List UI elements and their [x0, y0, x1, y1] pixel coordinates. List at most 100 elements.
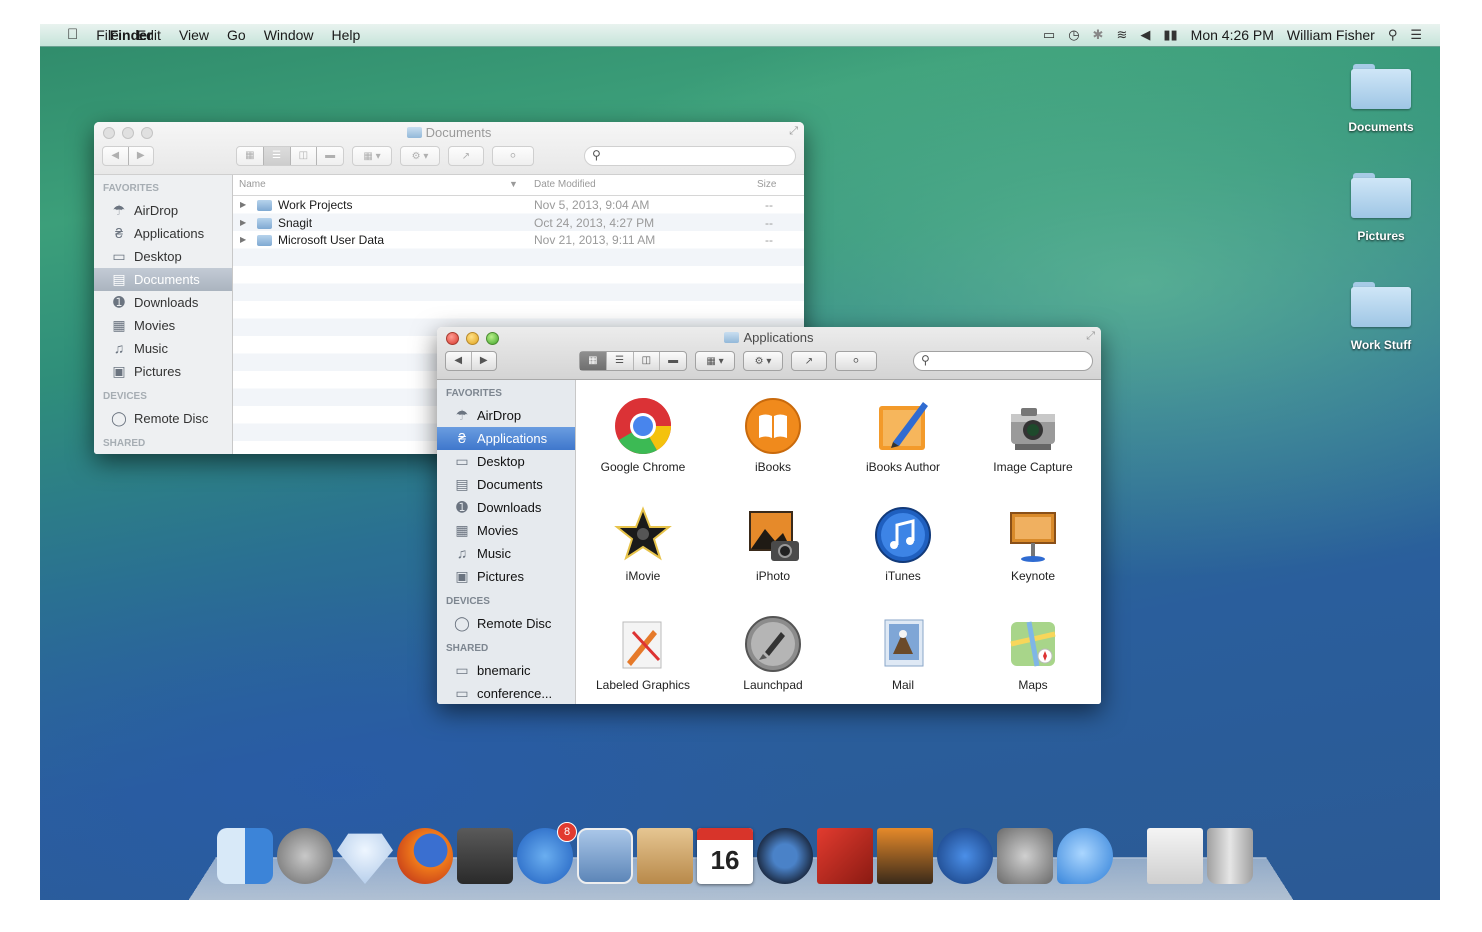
dock-messages-icon[interactable]: [1057, 828, 1113, 884]
coverflow-view-button[interactable]: ▬: [317, 147, 343, 165]
disclosure-triangle-icon[interactable]: ▶: [240, 218, 246, 227]
table-row[interactable]: ▶ Microsoft User Data Nov 21, 2013, 9:11…: [233, 231, 804, 249]
coverflow-view-button[interactable]: ▬: [660, 352, 686, 370]
forward-button[interactable]: ▶: [472, 352, 497, 370]
list-view-button[interactable]: ☰: [263, 147, 291, 165]
sidebar-item-remote-disc[interactable]: ◯ Remote Disc: [437, 612, 575, 635]
time-machine-icon[interactable]: ◷: [1068, 26, 1079, 44]
forward-button[interactable]: ▶: [129, 147, 154, 165]
app-ibooks[interactable]: iBooks: [709, 396, 837, 474]
disclosure-triangle-icon[interactable]: ▶: [240, 235, 246, 244]
battery-icon[interactable]: ▮▮: [1163, 26, 1177, 44]
airplay-icon[interactable]: ▭: [1043, 26, 1055, 44]
tags-button[interactable]: ⚪: [492, 146, 534, 166]
fullscreen-icon[interactable]: ⤢: [789, 125, 798, 138]
sidebar-item-downloads[interactable]: ➊ Downloads: [437, 496, 575, 519]
dock-facetime-icon[interactable]: [757, 828, 813, 884]
column-header-date[interactable]: Date Modified: [534, 179, 596, 190]
sidebar-item-conference[interactable]: ▭ conference...: [437, 682, 575, 704]
action-gear-button[interactable]: ⚙ ▾: [743, 351, 783, 371]
dock-calendar-icon[interactable]: 16: [697, 828, 753, 884]
sidebar-item-applications[interactable]: ₴ Applications: [94, 222, 232, 245]
table-row[interactable]: ▶ Snagit Oct 24, 2013, 4:27 PM --: [233, 214, 804, 232]
dock-photo-booth-icon[interactable]: [457, 828, 513, 884]
share-button[interactable]: ↗: [448, 146, 484, 166]
column-header-name[interactable]: Name: [239, 179, 266, 190]
dock-itunes-icon[interactable]: [937, 828, 993, 884]
dock-trash-icon[interactable]: [1207, 828, 1253, 884]
app-image-capture[interactable]: Image Capture: [969, 396, 1097, 474]
sidebar-item-airdrop[interactable]: ☂ AirDrop: [437, 404, 575, 427]
sidebar-item-documents[interactable]: ▤ Documents: [94, 268, 232, 291]
arrange-button[interactable]: ▦ ▾: [695, 351, 735, 371]
app-mail[interactable]: Mail: [839, 614, 967, 692]
title-bar[interactable]: Applications ⤢ ◀ ▶ ▦ ☰ ◫ ▬ ▦ ▾ ⚙ ▾ ↗ ⚪ ⚲: [437, 327, 1101, 380]
dock-launchpad-icon[interactable]: [277, 828, 333, 884]
dock-documents-stack-icon[interactable]: [1147, 828, 1203, 884]
search-field[interactable]: ⚲: [913, 351, 1093, 371]
table-row[interactable]: ▶ Work Projects Nov 5, 2013, 9:04 AM --: [233, 196, 804, 214]
menu-user[interactable]: William Fisher: [1287, 26, 1375, 44]
action-gear-button[interactable]: ⚙ ▾: [400, 146, 440, 166]
sidebar-item-desktop[interactable]: ▭ Desktop: [94, 245, 232, 268]
dock-system-preferences-gear-icon[interactable]: [997, 828, 1053, 884]
column-header-size[interactable]: Size: [757, 179, 776, 190]
volume-icon[interactable]: ◀: [1140, 26, 1150, 44]
dock-firefox-icon[interactable]: [397, 828, 453, 884]
icon-view-button[interactable]: ▦: [237, 147, 264, 165]
bluetooth-icon[interactable]: ✱: [1093, 26, 1104, 44]
title-bar[interactable]: Documents ⤢ ◀ ▶ ▦ ☰ ◫ ▬ ▦ ▾ ⚙ ▾ ↗ ⚪ ⚲: [94, 122, 804, 175]
desktop-folder-work-stuff[interactable]: Work Stuff: [1336, 282, 1426, 352]
menu-go[interactable]: Go: [218, 26, 255, 44]
column-view-button[interactable]: ◫: [634, 352, 661, 370]
app-labeled-graphics[interactable]: Labeled Graphics: [579, 614, 707, 692]
fullscreen-icon[interactable]: ⤢: [1086, 330, 1095, 343]
dock-app-store-icon[interactable]: 8: [517, 822, 577, 884]
menu-clock[interactable]: Mon 4:26 PM: [1191, 26, 1274, 44]
notification-center-icon[interactable]: ☰: [1410, 26, 1422, 44]
desktop-folder-documents[interactable]: Documents: [1336, 64, 1426, 134]
app-google-chrome[interactable]: Google Chrome: [579, 396, 707, 474]
share-button[interactable]: ↗: [791, 351, 827, 371]
sidebar-item-downloads[interactable]: ➊ Downloads: [94, 291, 232, 314]
menu-help[interactable]: Help: [323, 26, 370, 44]
app-iphoto[interactable]: iPhoto: [709, 505, 837, 583]
dock-contacts-icon[interactable]: [637, 828, 693, 884]
dock-photo-slideshow-icon[interactable]: [817, 828, 873, 884]
sidebar-item-movies[interactable]: ▦ Movies: [437, 519, 575, 542]
search-field[interactable]: ⚲: [584, 146, 796, 166]
disclosure-triangle-icon[interactable]: ▶: [240, 200, 246, 209]
desktop-folder-pictures[interactable]: Pictures: [1336, 173, 1426, 243]
spotlight-search-icon[interactable]: ⚲: [1388, 26, 1398, 44]
tags-button[interactable]: ⚪: [835, 351, 877, 371]
sidebar-item-applications[interactable]: ₴ Applications: [437, 427, 575, 450]
menu-finder[interactable]: Finder: [58, 26, 204, 44]
app-launchpad[interactable]: Launchpad: [709, 614, 837, 692]
arrange-button[interactable]: ▦ ▾: [352, 146, 392, 166]
sidebar-item-airdrop[interactable]: ☂ AirDrop: [94, 199, 232, 222]
dock-preview-icon[interactable]: [577, 828, 633, 884]
sidebar-item-music[interactable]: ♫ Music: [437, 542, 575, 565]
list-view-button[interactable]: ☰: [607, 352, 634, 370]
app-maps[interactable]: Maps: [969, 614, 1097, 692]
sidebar-item-documents[interactable]: ▤ Documents: [437, 473, 575, 496]
sidebar-item-pictures[interactable]: ▣ Pictures: [437, 565, 575, 588]
app-itunes[interactable]: iTunes: [839, 505, 967, 583]
sidebar-item-bnemaric[interactable]: ▭ bnemaric: [437, 659, 575, 682]
sidebar-item-desktop[interactable]: ▭ Desktop: [437, 450, 575, 473]
dock-finder-icon[interactable]: [217, 828, 273, 884]
dock-iphoto-icon[interactable]: [877, 828, 933, 884]
column-view-button[interactable]: ◫: [291, 147, 318, 165]
back-button[interactable]: ◀: [446, 352, 472, 370]
menu-window[interactable]: Window: [255, 26, 323, 44]
back-button[interactable]: ◀: [103, 147, 129, 165]
app-ibooks-author[interactable]: iBooks Author: [839, 396, 967, 474]
sidebar-item-remote-disc[interactable]: ◯ Remote Disc: [94, 407, 232, 430]
sidebar-item-movies[interactable]: ▦ Movies: [94, 314, 232, 337]
app-keynote[interactable]: Keynote: [969, 505, 1097, 583]
wifi-icon[interactable]: ≋: [1116, 26, 1127, 44]
sidebar-item-music[interactable]: ♫ Music: [94, 337, 232, 360]
icon-view-button[interactable]: ▦: [580, 352, 607, 370]
app-imovie[interactable]: iMovie: [579, 505, 707, 583]
sidebar-item-pictures[interactable]: ▣ Pictures: [94, 360, 232, 383]
